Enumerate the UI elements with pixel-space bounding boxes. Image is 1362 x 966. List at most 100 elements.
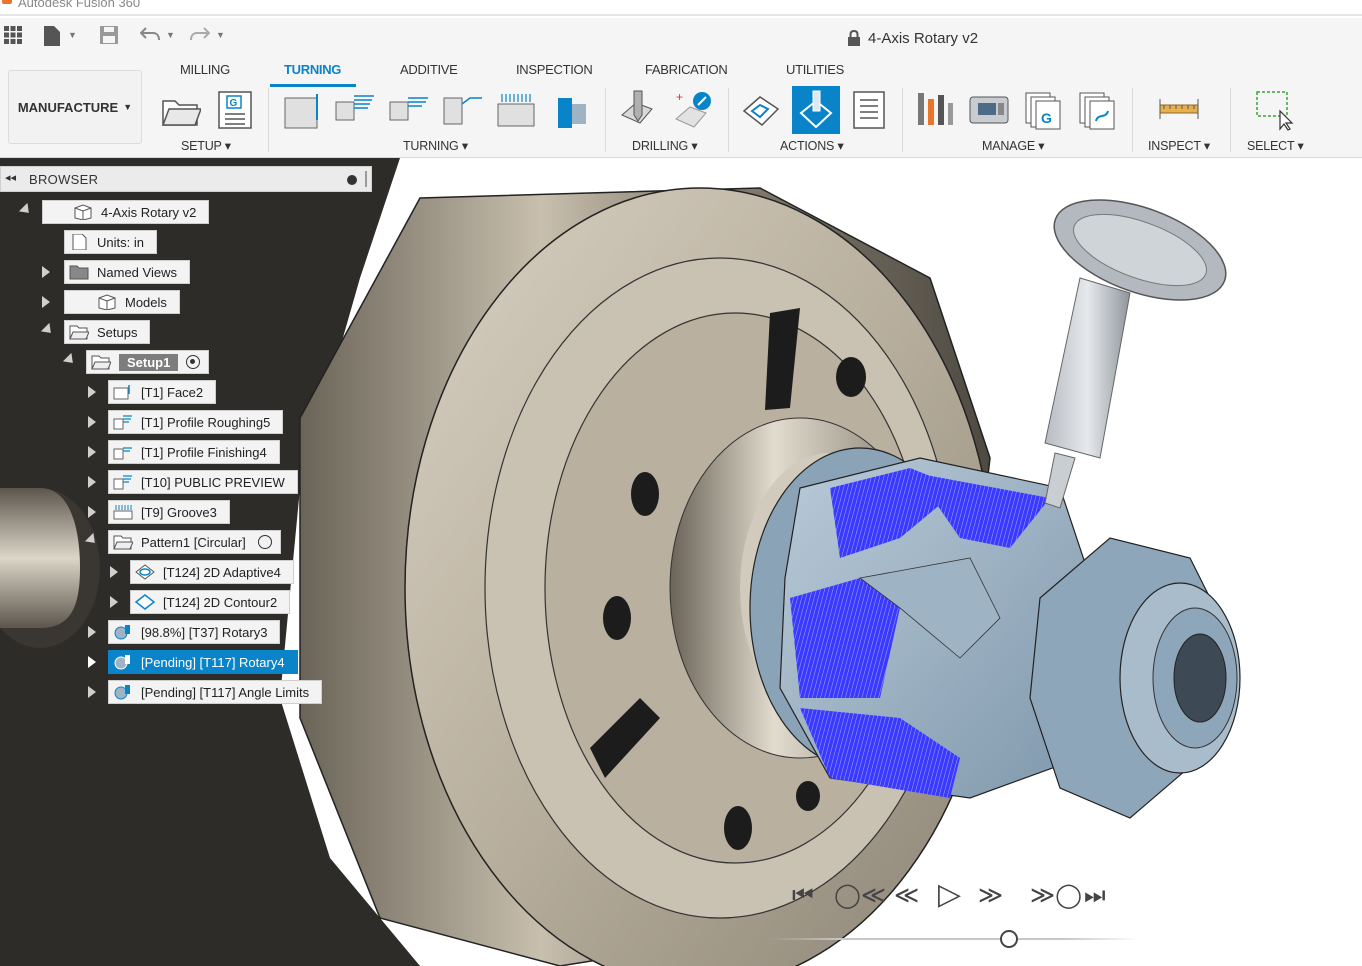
tab-additive[interactable]: ADDITIVE	[400, 62, 458, 77]
browser-item-operation[interactable]: [T9] Groove3	[108, 500, 230, 524]
active-tab-indicator	[270, 84, 356, 87]
turning-profile-roughing-icon	[335, 95, 374, 121]
setup-group-label[interactable]: SETUP ▾	[181, 138, 231, 153]
turning-part-button[interactable]	[550, 88, 592, 132]
browser-item-named-views[interactable]: Named Views	[64, 260, 190, 284]
step-forward-icon[interactable]: ≫	[978, 880, 1003, 910]
collapse-arrow-icon[interactable]	[88, 656, 96, 668]
collapse-arrow-icon[interactable]	[88, 416, 96, 428]
drill-button[interactable]	[618, 88, 660, 132]
timeline-scrubber-handle[interactable]	[1000, 930, 1018, 948]
browser-item-label: [T1] Profile Finishing4	[141, 444, 267, 460]
file-menu-icon[interactable]	[44, 26, 60, 50]
browser-item-operation[interactable]: [T1] Profile Finishing4	[108, 440, 280, 464]
setup-folder-button[interactable]	[160, 88, 202, 132]
collapse-arrow-icon[interactable]	[88, 626, 96, 638]
tool-library-icon	[918, 93, 953, 125]
turning-profile-finishing-button[interactable]	[388, 88, 430, 132]
collapse-arrow-icon[interactable]	[88, 386, 96, 398]
machine-library-button[interactable]	[968, 88, 1010, 132]
quick-access-bar: ▼ ▼ ▼ 4-Axis Rotary v2	[0, 18, 1362, 56]
collapse-arrow-icon[interactable]	[88, 446, 96, 458]
tab-fabrication[interactable]: FABRICATION	[645, 62, 728, 77]
browser-item-label: [T1] Face2	[141, 384, 204, 400]
browser-item-units[interactable]: Units: in	[64, 230, 157, 254]
pattern-radio[interactable]	[257, 535, 272, 549]
skip-to-end-icon[interactable]: ⏭	[1084, 880, 1106, 910]
undo-icon[interactable]	[139, 26, 160, 46]
title-bar: Autodesk Fusion 360	[0, 0, 1362, 16]
browser-item-operation[interactable]: [T124] 2D Contour2	[130, 590, 291, 614]
nc-program-button[interactable]: G	[214, 88, 256, 132]
pattern-icon	[113, 535, 133, 550]
browser-item-pattern[interactable]: Pattern1 [Circular]	[108, 530, 281, 554]
previous-operation-icon[interactable]: ◯≪	[834, 880, 886, 910]
measure-button[interactable]	[1158, 88, 1200, 132]
lock-icon	[848, 30, 860, 46]
browser-item-operation[interactable]: [T10] PUBLIC PREVIEW	[108, 470, 298, 494]
turning-groove-button[interactable]	[496, 88, 538, 132]
browser-item-models[interactable]: Models	[64, 290, 180, 314]
skip-to-start-icon[interactable]: ⏮	[792, 880, 814, 910]
collapse-arrow-icon[interactable]	[110, 596, 118, 608]
collapse-arrow-icon[interactable]	[110, 566, 118, 578]
undo-caret-icon[interactable]: ▼	[166, 30, 175, 40]
setup-sheet-button[interactable]	[848, 88, 890, 132]
active-setup-radio[interactable]	[186, 355, 201, 369]
browser-item-operation[interactable]: [98.8%] [T37] Rotary3	[108, 620, 281, 644]
tab-utilities[interactable]: UTILITIES	[786, 62, 844, 77]
browser-item-operation[interactable]: [T1] Profile Roughing5	[108, 410, 284, 434]
turning-face-button[interactable]	[282, 88, 324, 132]
workspace-switcher-button[interactable]: MANUFACTURE ▼	[8, 70, 142, 144]
turning-group-label[interactable]: TURNING ▾	[403, 138, 468, 153]
save-icon[interactable]	[100, 26, 118, 48]
collapse-browser-icon[interactable]: ◂◂	[5, 171, 16, 184]
component-icon	[74, 204, 92, 220]
hole-recognition-button[interactable]: +	[672, 88, 714, 132]
step-back-icon[interactable]: ≪	[894, 880, 919, 910]
toolbar-ribbon: MANUFACTURE ▼ MILLING TURNING ADDITIVE I…	[0, 56, 1362, 158]
simulate-button[interactable]	[792, 86, 840, 134]
collapse-arrow-icon[interactable]	[88, 686, 96, 698]
file-menu-caret-icon[interactable]: ▼	[68, 30, 77, 40]
play-icon[interactable]: ▷	[938, 880, 961, 910]
select-button[interactable]	[1254, 88, 1296, 132]
browser-item-operation[interactable]: [Pending] [T117] Angle Limits	[108, 680, 323, 704]
browser-item-operation-selected[interactable]: [Pending] [T117] Rotary4	[108, 650, 298, 674]
browser-item-root[interactable]: 4-Axis Rotary v2	[42, 200, 210, 224]
collapse-arrow-icon[interactable]	[88, 476, 96, 488]
browser-resize-handle[interactable]	[365, 171, 367, 187]
inspect-group-label[interactable]: INSPECT ▾	[1148, 138, 1210, 153]
browser-header[interactable]: ◂◂ BROWSER	[0, 166, 372, 192]
manage-group-label[interactable]: MANAGE ▾	[982, 138, 1045, 153]
tool-library-button[interactable]	[914, 88, 956, 132]
browser-item-operation[interactable]: [T1] Face2	[108, 380, 217, 404]
browser-item-operation[interactable]: [T124] 2D Adaptive4	[130, 560, 294, 584]
collapse-arrow-icon[interactable]	[88, 506, 96, 518]
browser-item-setups[interactable]: Setups	[64, 320, 151, 344]
browser-item-setup1[interactable]: Setup1	[86, 350, 210, 374]
app-grid-icon[interactable]	[4, 26, 22, 48]
next-operation-icon[interactable]: ≫◯	[1030, 880, 1082, 910]
collapse-arrow-icon[interactable]	[42, 296, 50, 308]
template-library-button[interactable]	[1076, 88, 1118, 132]
redo-caret-icon[interactable]: ▼	[216, 30, 225, 40]
turning-profile-roughing-button[interactable]	[334, 88, 376, 132]
post-library-button[interactable]: G	[1022, 88, 1064, 132]
simulation-timeline[interactable]	[770, 938, 1140, 940]
browser-pin-icon[interactable]	[347, 175, 357, 185]
drilling-group-label[interactable]: DRILLING ▾	[632, 138, 698, 153]
generate-button[interactable]	[740, 88, 782, 132]
tab-inspection[interactable]: INSPECTION	[516, 62, 593, 77]
select-group-label[interactable]: SELECT ▾	[1247, 138, 1304, 153]
collapse-arrow-icon[interactable]	[42, 266, 50, 278]
actions-group-label[interactable]: ACTIONS ▾	[780, 138, 844, 153]
turning-part-icon	[558, 98, 586, 128]
turning-group-text: TURNING	[403, 139, 459, 153]
turning-chamfer-button[interactable]	[442, 88, 484, 132]
browser-title: BROWSER	[29, 172, 99, 187]
tab-turning[interactable]: TURNING	[284, 62, 341, 77]
tab-milling[interactable]: MILLING	[180, 62, 230, 77]
redo-icon[interactable]	[190, 26, 211, 46]
browser-item-label: [98.8%] [T37] Rotary3	[141, 624, 268, 640]
